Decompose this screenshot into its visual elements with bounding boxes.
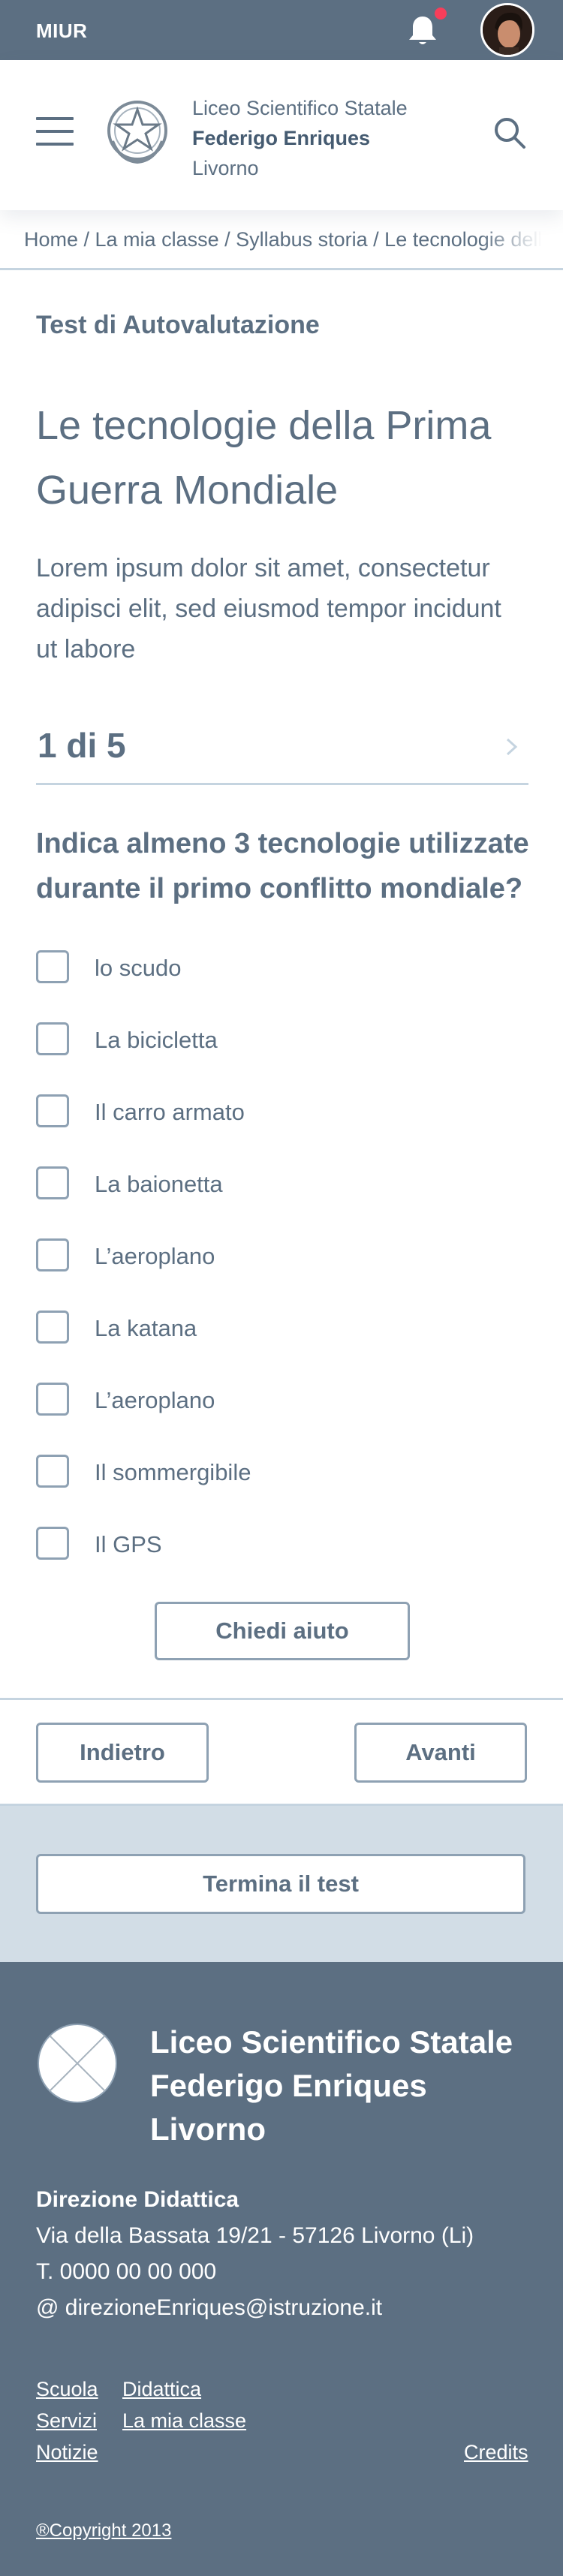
help-button[interactable]: Chiedi aiuto xyxy=(155,1602,410,1660)
option-label[interactable]: La katana xyxy=(95,1315,197,1342)
page-title: Le tecnologie della Prima Guerra Mondial… xyxy=(36,403,492,513)
answer-option[interactable]: Il GPS xyxy=(36,1527,531,1599)
search-icon[interactable] xyxy=(492,116,527,150)
school-name-line1: Liceo Scientifico Statale xyxy=(192,97,408,119)
republic-emblem-icon[interactable] xyxy=(105,96,170,168)
section-kicker: Test di Autovalutazione xyxy=(36,311,320,339)
footer-link-notizie[interactable]: Notizie xyxy=(36,2441,98,2464)
footer-link-scuola[interactable]: Scuola xyxy=(36,2378,98,2401)
checkbox[interactable] xyxy=(36,950,69,983)
next-button[interactable]: Avanti xyxy=(354,1723,527,1783)
answer-options: lo scudo La bicicletta Il carro armato L… xyxy=(36,950,531,1599)
footer-phone: T. 0000 00 00 000 xyxy=(36,2259,217,2284)
site-header: Liceo Scientifico Statale Federigo Enriq… xyxy=(0,60,563,210)
option-label[interactable]: lo scudo xyxy=(95,955,181,982)
option-label[interactable]: Il GPS xyxy=(95,1531,162,1558)
chevron-right-icon[interactable] xyxy=(503,736,521,758)
option-label[interactable]: Il carro armato xyxy=(95,1099,245,1126)
option-label[interactable]: Il sommergibile xyxy=(95,1459,251,1486)
checkbox[interactable] xyxy=(36,1238,69,1271)
school-name[interactable]: Liceo Scientifico Statale Federigo Enriq… xyxy=(192,93,408,183)
footer-link-didattica[interactable]: Didattica xyxy=(122,2378,201,2401)
footer-name-line3: Livorno xyxy=(150,2111,266,2147)
footer-email[interactable]: @ direzioneEnriques@istruzione.it xyxy=(36,2295,382,2321)
hamburger-menu-icon[interactable] xyxy=(36,117,74,147)
footer-name-line1: Liceo Scientifico Statale xyxy=(150,2024,513,2060)
question-text: Indica almeno 3 tecnologie utilizzate du… xyxy=(36,828,529,904)
footer-link-credits[interactable]: Credits xyxy=(464,2441,528,2464)
option-label[interactable]: La baionetta xyxy=(95,1171,223,1198)
avatar-image xyxy=(483,5,532,55)
school-name-line2: Federigo Enriques xyxy=(192,127,371,149)
checkbox[interactable] xyxy=(36,1383,69,1416)
copyright[interactable]: ®Copyright 2013 xyxy=(36,2520,171,2541)
avatar[interactable] xyxy=(480,3,534,57)
logo-placeholder-icon[interactable] xyxy=(36,2022,119,2105)
breadcrumb: Home / La mia classe / Syllabus storia /… xyxy=(0,218,563,270)
footer-link-mia-classe[interactable]: La mia classe xyxy=(122,2409,246,2433)
checkbox[interactable] xyxy=(36,1311,69,1344)
question-counter: 1 di 5 xyxy=(38,726,126,765)
site-footer: Liceo Scientifico Statale Federigo Enriq… xyxy=(0,1962,563,2576)
end-test-button[interactable]: Termina il test xyxy=(36,1854,525,1914)
answer-option[interactable]: L’aeroplano xyxy=(36,1383,531,1455)
checkbox[interactable] xyxy=(36,1094,69,1127)
answer-option[interactable]: L’aeroplano xyxy=(36,1238,531,1311)
option-label[interactable]: L’aeroplano xyxy=(95,1243,215,1270)
footer-school-name[interactable]: Liceo Scientifico Statale Federigo Enriq… xyxy=(150,2021,533,2151)
back-button[interactable]: Indietro xyxy=(36,1723,209,1783)
checkbox[interactable] xyxy=(36,1022,69,1055)
answer-option[interactable]: lo scudo xyxy=(36,950,531,1022)
answer-option[interactable]: La katana xyxy=(36,1311,531,1383)
breadcrumb-trail[interactable]: Home / La mia classe / Syllabus storia /… xyxy=(24,228,542,251)
footer-name-line2: Federigo Enriques xyxy=(150,2068,427,2103)
brand-label[interactable]: MIUR xyxy=(36,20,87,43)
end-test-section: Termina il test xyxy=(0,1806,563,1962)
notification-badge xyxy=(432,5,449,22)
answer-option[interactable]: Il carro armato xyxy=(36,1094,531,1166)
answer-option[interactable]: La bicicletta xyxy=(36,1022,531,1094)
checkbox[interactable] xyxy=(36,1166,69,1199)
checkbox[interactable] xyxy=(36,1455,69,1488)
footer-address: Via della Bassata 19/21 - 57126 Livorno … xyxy=(36,2223,474,2248)
option-label[interactable]: La bicicletta xyxy=(95,1027,218,1054)
footer-heading: Direzione Didattica xyxy=(36,2187,239,2212)
answer-option[interactable]: La baionetta xyxy=(36,1166,531,1238)
school-name-line3: Livorno xyxy=(192,157,259,179)
test-navigation: Indietro Avanti xyxy=(0,1698,563,1806)
option-label[interactable]: L’aeroplano xyxy=(95,1387,215,1414)
question-pager: 1 di 5 xyxy=(36,710,528,785)
checkbox[interactable] xyxy=(36,1527,69,1560)
top-bar: MIUR xyxy=(0,0,563,60)
footer-link-servizi[interactable]: Servizi xyxy=(36,2409,97,2433)
page-lead: Lorem ipsum dolor sit amet, consectetur … xyxy=(36,554,501,664)
answer-option[interactable]: Il sommergibile xyxy=(36,1455,531,1527)
